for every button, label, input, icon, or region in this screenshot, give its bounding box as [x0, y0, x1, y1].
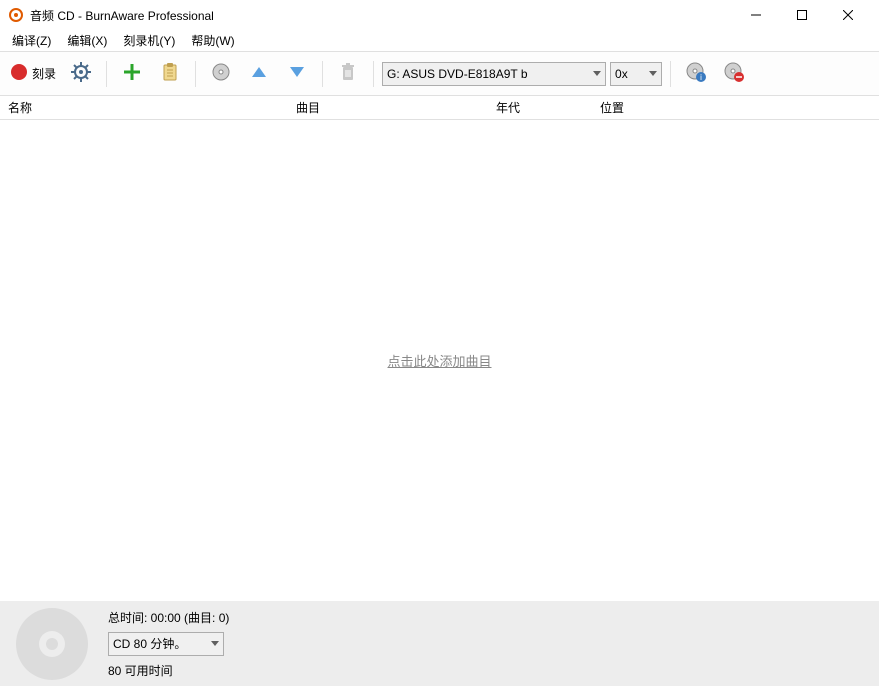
menu-help[interactable]: 帮助(W): [183, 30, 242, 51]
burn-label: 刻录: [32, 65, 56, 82]
paste-button[interactable]: [153, 57, 187, 91]
delete-button[interactable]: [331, 57, 365, 91]
separator: [322, 61, 323, 87]
close-button[interactable]: [825, 0, 871, 30]
chevron-down-icon: [593, 71, 601, 76]
total-time-label: 总时间: 00:00 (曲目: 0): [108, 609, 229, 626]
toolbar: 刻录 G: ASUS DVD-E818A9T b 0x i: [0, 52, 879, 96]
drive-select[interactable]: G: ASUS DVD-E818A9T b: [382, 62, 606, 86]
titlebar: 音频 CD - BurnAware Professional: [0, 0, 879, 30]
separator: [373, 61, 374, 87]
disc-refresh-icon: i: [685, 61, 707, 86]
menu-translate[interactable]: 编译(Z): [4, 30, 59, 51]
options-button[interactable]: [64, 57, 98, 91]
status-bar: 总时间: 00:00 (曲目: 0) CD 80 分钟。 80 可用时间: [0, 601, 879, 686]
speed-select-value: 0x: [615, 67, 628, 81]
disc-usage-icon: [12, 604, 92, 684]
move-up-button[interactable]: [242, 57, 276, 91]
disc-info-button[interactable]: [204, 57, 238, 91]
trash-icon: [338, 62, 358, 85]
column-year[interactable]: 年代: [488, 99, 592, 116]
menu-burner[interactable]: 刻录机(Y): [115, 30, 183, 51]
separator: [195, 61, 196, 87]
menu-edit[interactable]: 编辑(X): [59, 30, 115, 51]
svg-text:i: i: [700, 73, 702, 82]
disc-refresh-button[interactable]: i: [679, 57, 713, 91]
triangle-up-icon: [250, 63, 268, 84]
add-tracks-link[interactable]: 点击此处添加曲目: [387, 351, 491, 370]
column-headers: 名称 曲目 年代 位置: [0, 96, 879, 120]
triangle-down-icon: [288, 63, 306, 84]
column-position[interactable]: 位置: [592, 99, 879, 116]
chevron-down-icon: [211, 641, 219, 646]
chevron-down-icon: [649, 71, 657, 76]
gear-icon: [71, 62, 91, 85]
burn-button[interactable]: 刻录: [6, 57, 60, 91]
record-icon: [10, 63, 28, 84]
disc-type-value: CD 80 分钟。: [113, 635, 186, 652]
separator: [106, 61, 107, 87]
column-track[interactable]: 曲目: [288, 99, 488, 116]
column-name[interactable]: 名称: [0, 99, 288, 116]
disc-erase-button[interactable]: [717, 57, 751, 91]
clipboard-icon: [160, 62, 180, 85]
window-title: 音频 CD - BurnAware Professional: [30, 7, 214, 24]
add-button[interactable]: [115, 57, 149, 91]
disc-icon: [211, 62, 231, 85]
minimize-button[interactable]: [733, 0, 779, 30]
menubar: 编译(Z) 编辑(X) 刻录机(Y) 帮助(W): [0, 30, 879, 52]
app-icon: [8, 7, 24, 23]
maximize-button[interactable]: [779, 0, 825, 30]
move-down-button[interactable]: [280, 57, 314, 91]
disc-erase-icon: [723, 61, 745, 86]
available-time-label: 80 可用时间: [108, 662, 229, 679]
speed-select[interactable]: 0x: [610, 62, 662, 86]
disc-type-select[interactable]: CD 80 分钟。: [108, 632, 224, 656]
track-list[interactable]: 点击此处添加曲目: [0, 120, 879, 601]
drive-select-value: G: ASUS DVD-E818A9T b: [387, 67, 528, 81]
plus-icon: [122, 62, 142, 85]
separator: [670, 61, 671, 87]
